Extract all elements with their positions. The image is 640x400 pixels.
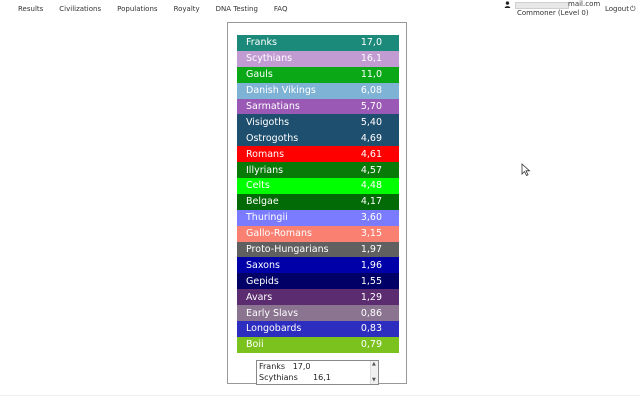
user-rank: Commoner (Level 0) <box>517 9 589 17</box>
result-row: Scythians 16,1 <box>237 50 399 67</box>
result-row: Visigoths 5,40 <box>237 114 399 131</box>
textarea-line: Franks 17,0 <box>259 362 311 371</box>
result-name: Visigoths <box>246 116 290 128</box>
result-name: Belgae <box>246 196 279 208</box>
result-value: 1,29 <box>360 291 382 303</box>
result-name: Saxons <box>246 259 280 271</box>
result-name: Celts <box>246 180 270 192</box>
textarea-scrollbar[interactable]: ▲ ▼ <box>370 361 378 384</box>
result-value: 1,97 <box>360 244 382 256</box>
result-value: 16,1 <box>360 53 382 65</box>
result-name: Avars <box>246 291 273 303</box>
result-row: Proto-Hungarians 1,97 <box>237 241 399 258</box>
result-row: Longobards 0,83 <box>237 321 399 337</box>
nav-royalty[interactable]: Royalty <box>174 5 200 13</box>
logout-link[interactable]: Logout⏻ <box>605 5 636 14</box>
result-value: 4,57 <box>360 164 382 176</box>
result-row: Sarmatians 5,70 <box>237 98 399 115</box>
result-name: Gallo-Romans <box>246 228 312 240</box>
result-row: Avars 1,29 <box>237 289 399 306</box>
result-value: 4,17 <box>360 196 382 208</box>
result-value: 17,0 <box>360 37 382 49</box>
result-name: Ostrogoths <box>246 132 299 144</box>
result-row: Saxons 1,96 <box>237 257 399 274</box>
result-name: Scythians <box>246 53 293 65</box>
result-value: 0,86 <box>360 307 382 319</box>
result-row: Thuringii 3,60 <box>237 209 399 226</box>
result-value: 1,96 <box>360 259 382 271</box>
result-name: Gepids <box>246 275 279 287</box>
email-redaction <box>515 2 569 9</box>
nav-results[interactable]: Results <box>18 5 43 13</box>
logout-icon: ⏻ <box>629 5 636 13</box>
result-row: Romans 4,61 <box>237 146 399 163</box>
result-name: Illyrians <box>246 164 284 176</box>
result-value: 5,70 <box>360 101 382 112</box>
result-name: Proto-Hungarians <box>246 244 329 256</box>
result-row: Gauls 11,0 <box>237 66 399 83</box>
results-list: Franks 17,0 Scythians 16,1 Gauls 11,0 Danish V… <box>237 35 399 353</box>
user-icon <box>504 1 511 8</box>
result-name: Boii <box>246 339 264 351</box>
footer-divider <box>0 395 640 396</box>
result-row: Ostrogoths 4,69 <box>237 130 399 147</box>
result-value: 5,40 <box>360 116 382 128</box>
result-value: 11,0 <box>360 69 382 81</box>
result-name: Thuringii <box>246 212 288 224</box>
user-area: mail.com Commoner (Level 0) Logout⏻ <box>504 0 640 20</box>
result-name: Sarmatians <box>246 101 300 112</box>
result-name: Early Slavs <box>246 307 299 319</box>
result-value: 3,15 <box>360 228 382 240</box>
result-row: Celts 4,48 <box>237 178 399 194</box>
result-value: 0,79 <box>360 339 382 351</box>
results-panel: Franks 17,0 Scythians 16,1 Gauls 11,0 Danish V… <box>227 22 407 384</box>
scroll-up-icon[interactable]: ▲ <box>372 362 376 367</box>
result-row: Belgae 4,17 <box>237 193 399 210</box>
result-value: 0,83 <box>360 323 382 335</box>
result-name: Romans <box>246 148 285 160</box>
result-value: 4,69 <box>360 132 382 144</box>
nav-dna-testing[interactable]: DNA Testing <box>216 5 258 13</box>
nav-populations[interactable]: Populations <box>117 5 157 13</box>
result-row: Illyrians 4,57 <box>237 162 399 179</box>
result-row: Franks 17,0 <box>237 35 399 51</box>
nav-civilizations[interactable]: Civilizations <box>59 5 101 13</box>
textarea-line: Scythians 16,1 <box>259 373 331 382</box>
result-row: Boii 0,79 <box>237 336 399 353</box>
result-name: Gauls <box>246 69 273 81</box>
result-row: Gallo-Romans 3,15 <box>237 225 399 242</box>
user-email: mail.com <box>568 0 601 8</box>
result-value: 4,61 <box>360 148 382 160</box>
result-value: 1,55 <box>360 275 382 287</box>
result-row: Early Slavs 0,86 <box>237 305 399 322</box>
results-textarea[interactable]: Franks 17,0 Scythians 16,1 ▲ ▼ <box>256 360 379 385</box>
nav-faq[interactable]: FAQ <box>274 5 288 13</box>
top-nav: Results Civilizations Populations Royalt… <box>18 5 287 13</box>
result-name: Longobards <box>246 323 302 335</box>
result-row: Danish Vikings 6,08 <box>237 82 399 99</box>
result-value: 6,08 <box>360 85 382 97</box>
logout-label: Logout <box>605 5 629 13</box>
result-name: Franks <box>246 37 277 49</box>
result-value: 3,60 <box>360 212 382 224</box>
result-value: 4,48 <box>360 180 382 192</box>
mouse-cursor-icon <box>521 163 531 176</box>
result-row: Gepids 1,55 <box>237 273 399 290</box>
scroll-down-icon[interactable]: ▼ <box>372 378 376 383</box>
result-name: Danish Vikings <box>246 85 316 97</box>
